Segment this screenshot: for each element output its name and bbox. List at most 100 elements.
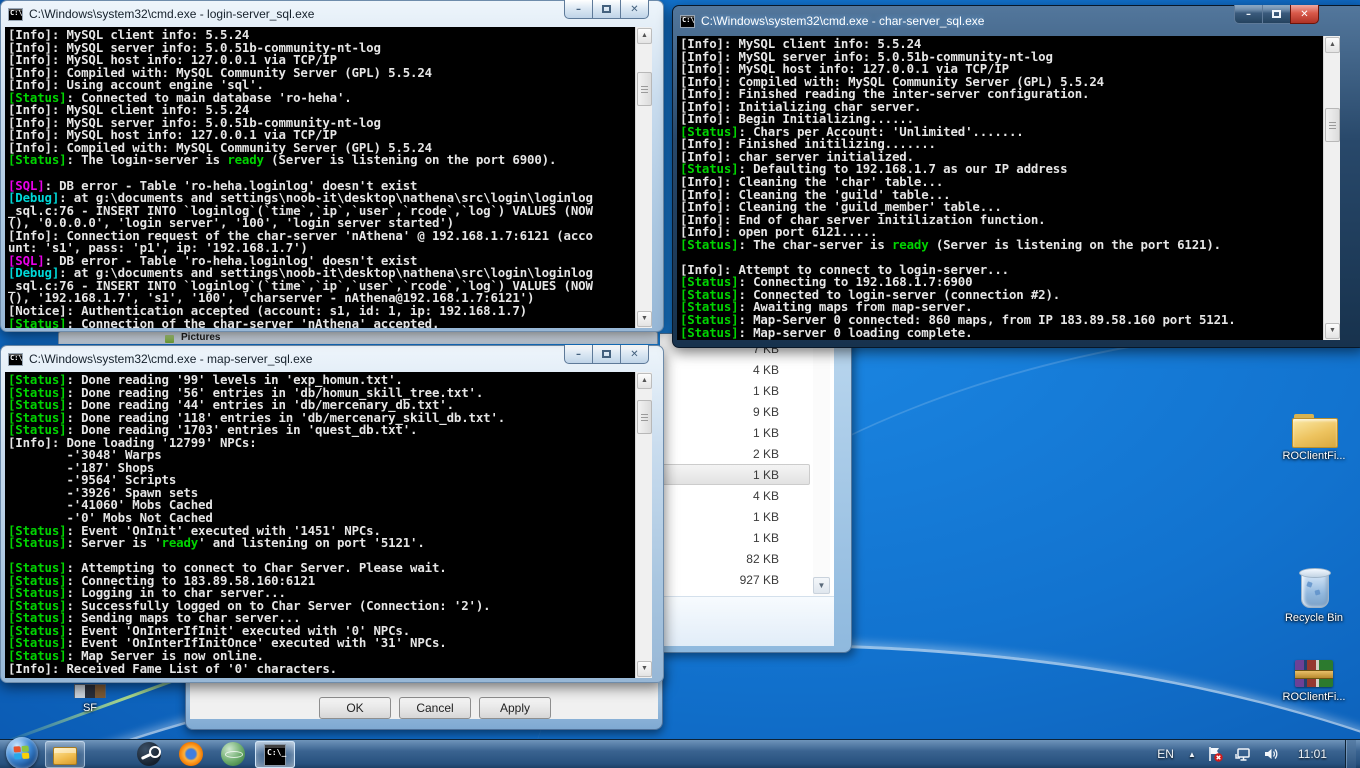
explorer-window-fragment[interactable]: 7 KB 4 KB 1 KB 9 KB 1 KB 2 KB 1 KB 4 KB 1 KB 1 KB… <box>660 333 852 653</box>
close-button[interactable]: ✕ <box>1290 5 1319 24</box>
window-title: C:\Windows\system32\cmd.exe - map-server… <box>29 352 313 366</box>
scrollbar-thumb[interactable] <box>637 72 652 106</box>
file-size-cell[interactable]: 9 KB <box>660 401 810 422</box>
desktop-icon-roclient-rar[interactable]: ROClientFi... <box>1268 660 1360 704</box>
icon-label: ROClientFi... <box>1282 691 1346 703</box>
map-server-console-window[interactable]: C:\Windows\system32\cmd.exe - map-server… <box>0 345 664 683</box>
file-size-cell[interactable]: 82 KB <box>660 548 810 569</box>
close-button[interactable]: ✕ <box>620 0 649 19</box>
show-desktop-button[interactable] <box>1345 739 1356 768</box>
window-title: C:\Windows\system32\cmd.exe - char-serve… <box>701 14 985 28</box>
window-title: C:\Windows\system32\cmd.exe - login-serv… <box>29 7 315 21</box>
icon-label: ROClientFi... <box>1282 450 1346 462</box>
cmd-icon <box>8 352 23 366</box>
pictures-label: Pictures <box>181 332 221 343</box>
media-player-taskbar-button[interactable] <box>87 741 127 768</box>
maximize-button[interactable] <box>592 345 621 364</box>
cmd-taskbar-button[interactable] <box>255 740 295 768</box>
console-scrollbar[interactable]: ▲ ▼ <box>1323 36 1340 340</box>
console-line: [Info]: Received Fame List of '0' charac… <box>8 660 337 676</box>
maximize-button[interactable] <box>1262 5 1291 24</box>
file-size-cell[interactable]: 4 KB <box>660 485 810 506</box>
icon-label: Recycle Bin <box>1284 612 1344 624</box>
file-size-cell[interactable]: 1 KB <box>660 464 810 485</box>
desktop-icon-recycle-bin[interactable]: Recycle Bin <box>1268 568 1360 625</box>
file-list: 7 KB 4 KB 1 KB 9 KB 1 KB 2 KB 1 KB 4 KB 1 KB 1 KB… <box>660 334 834 596</box>
firefox-icon <box>179 742 203 766</box>
console-scrollbar[interactable]: ▲ ▼ <box>635 27 652 328</box>
dialog-button-row: OK Cancel Apply <box>190 683 658 719</box>
file-size-cell[interactable]: 2 KB <box>660 443 810 464</box>
console-scrollbar[interactable]: ▲ ▼ <box>635 372 652 678</box>
desktop-icon-roclient-folder[interactable]: ROClientFi... <box>1268 414 1360 463</box>
action-center-flag-icon[interactable] <box>1206 745 1224 763</box>
cmd-icon <box>680 14 695 28</box>
ok-button[interactable]: OK <box>319 697 391 719</box>
login-server-console-window[interactable]: C:\Windows\system32\cmd.exe - login-serv… <box>0 0 664 332</box>
hidden-icons-arrow-icon[interactable]: ▲ <box>1188 750 1196 759</box>
language-indicator[interactable]: EN <box>1153 747 1178 761</box>
scrollbar-thumb[interactable] <box>1325 108 1340 142</box>
scroll-down-icon[interactable]: ▼ <box>813 577 830 594</box>
caption-buttons: – ✕ <box>1234 5 1319 24</box>
minimize-button[interactable]: – <box>1234 5 1263 24</box>
steam-icon <box>137 742 161 766</box>
scrollbar-thumb[interactable] <box>637 400 652 434</box>
apply-button[interactable]: Apply <box>479 697 551 719</box>
start-button[interactable] <box>6 736 38 768</box>
file-size-cell[interactable]: 1 KB <box>660 380 810 401</box>
console-line: [Status]: Connection of the char-server … <box>8 315 440 328</box>
file-size-column: 7 KB 4 KB 1 KB 9 KB 1 KB 2 KB 1 KB 4 KB 1 KB 1 KB… <box>660 338 810 590</box>
system-tray: EN ▲ 11:01 <box>1153 739 1360 768</box>
media-player-icon <box>95 742 119 766</box>
cancel-button[interactable]: Cancel <box>399 697 471 719</box>
maximize-button[interactable] <box>592 0 621 19</box>
scroll-up-icon[interactable]: ▲ <box>637 373 652 389</box>
file-size-cell[interactable]: 1 KB <box>660 506 810 527</box>
scroll-down-icon[interactable]: ▼ <box>637 311 652 327</box>
console-output: [Info]: MySQL client info: 5.5.24 [Info]:… <box>5 27 635 328</box>
minimize-button[interactable]: – <box>564 345 593 364</box>
network-icon[interactable] <box>1234 745 1252 763</box>
file-size-cell[interactable]: 4 KB <box>660 359 810 380</box>
explorer-scrollbar[interactable]: ▼ <box>813 334 830 596</box>
console-output: [Info]: MySQL client info: 5.5.24 [Info]:… <box>677 36 1323 340</box>
folder-icon <box>1292 414 1338 448</box>
char-server-console-window[interactable]: C:\Windows\system32\cmd.exe - char-serve… <box>672 5 1360 348</box>
desktop-icon-sf[interactable]: SF <box>58 684 122 715</box>
file-size-cell[interactable]: 927 KB <box>660 569 810 590</box>
close-button[interactable]: ✕ <box>620 345 649 364</box>
cmd-icon <box>8 7 23 21</box>
recycle-icon <box>1299 568 1331 608</box>
sf-app-icon <box>74 684 106 698</box>
console-line: [Status]: The char-server is ready (Serv… <box>680 236 1221 252</box>
caption-buttons: – ✕ <box>564 345 649 364</box>
cmd-icon <box>264 743 286 766</box>
console-output: [Status]: Done reading '99' levels in 'e… <box>5 372 635 678</box>
winrar-icon <box>1295 660 1333 687</box>
scroll-up-icon[interactable]: ▲ <box>1325 37 1340 53</box>
scroll-down-icon[interactable]: ▼ <box>1325 323 1340 339</box>
patcher-taskbar-button[interactable] <box>213 741 253 768</box>
desktop: ROClientFi... Recycle Bin ROClientFi... SF… <box>0 0 1360 768</box>
taskbar: EN ▲ <box>0 736 1360 768</box>
console-line: [Status]: Map-server 0 loading complete. <box>680 324 973 340</box>
volume-icon[interactable] <box>1262 745 1280 763</box>
explorer-details-pane <box>660 596 834 646</box>
background-pictures-window[interactable]: Pictures <box>58 331 658 344</box>
pictures-folder-icon <box>165 335 174 343</box>
scroll-down-icon[interactable]: ▼ <box>637 661 652 677</box>
explorer-icon <box>53 747 77 765</box>
scroll-up-icon[interactable]: ▲ <box>637 28 652 44</box>
firefox-taskbar-button[interactable] <box>171 741 211 768</box>
file-size-cell[interactable]: 1 KB <box>660 422 810 443</box>
icon-label: SF <box>82 702 98 714</box>
explorer-taskbar-button[interactable] <box>45 740 85 768</box>
minimize-button[interactable]: – <box>564 0 593 19</box>
taskbar-buttons <box>44 740 296 768</box>
steam-taskbar-button[interactable] <box>129 741 169 768</box>
clock[interactable]: 11:01 <box>1290 747 1335 761</box>
console-line: [Status]: Server is 'ready' and listenin… <box>8 535 425 551</box>
patcher-icon <box>221 742 245 766</box>
file-size-cell[interactable]: 1 KB <box>660 527 810 548</box>
